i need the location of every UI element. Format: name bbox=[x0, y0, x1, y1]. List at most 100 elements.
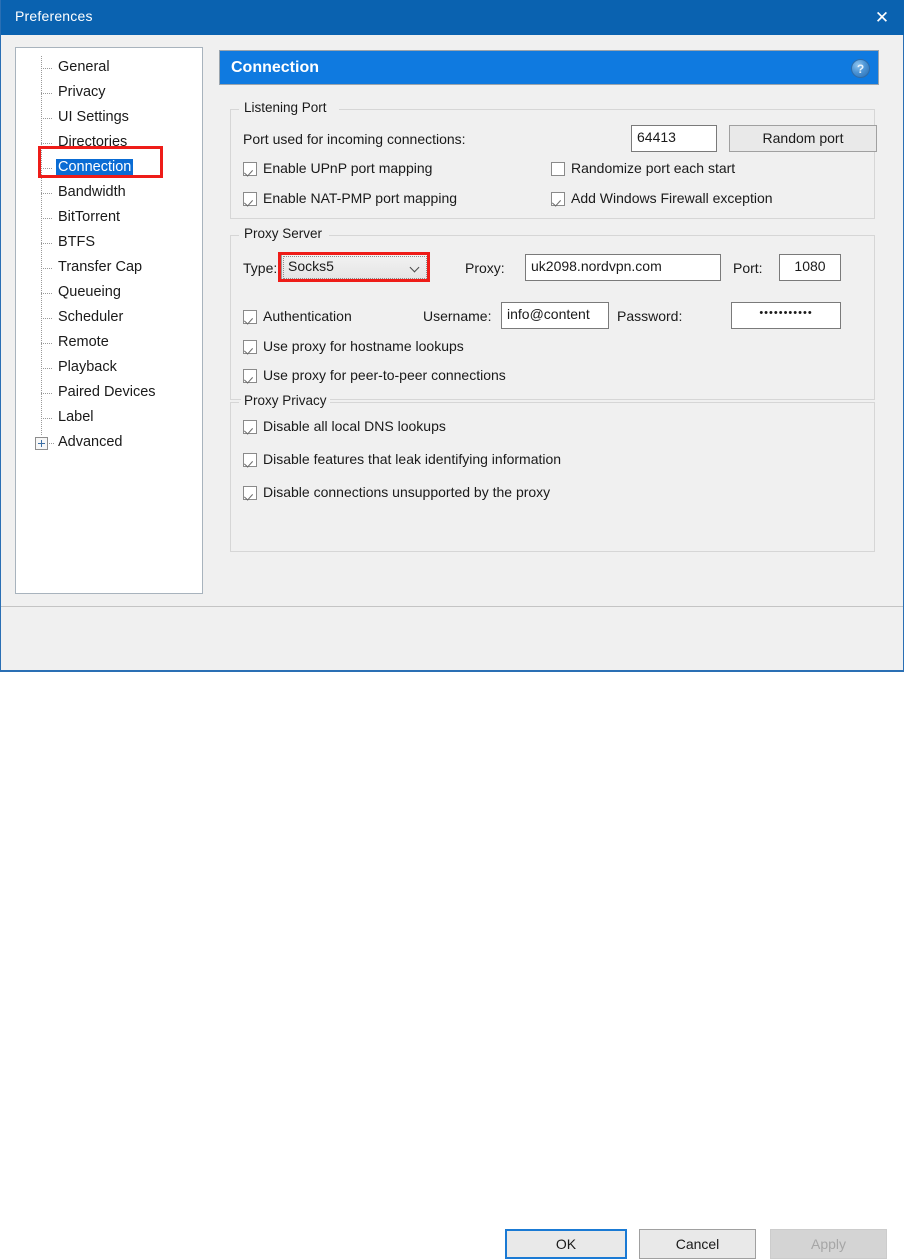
proxy-privacy-group-label: Proxy Privacy bbox=[241, 393, 330, 408]
disable-leak-features-label: Disable features that leak identifying i… bbox=[263, 451, 562, 467]
disable-unsupported-checkbox[interactable] bbox=[243, 486, 257, 500]
apply-button: Apply bbox=[770, 1229, 887, 1259]
proxy-host-input[interactable]: uk2098.nordvpn.com bbox=[525, 254, 721, 281]
tree-tick bbox=[41, 318, 52, 319]
tree-tick bbox=[41, 293, 52, 294]
tree-tick bbox=[41, 193, 52, 194]
sidebar-item-label: Advanced bbox=[58, 434, 123, 450]
proxy-port-input[interactable]: 1080 bbox=[779, 254, 841, 281]
tree-tick bbox=[41, 243, 52, 244]
sidebar-item-bandwidth[interactable]: Bandwidth bbox=[16, 181, 202, 206]
proxy-type-combobox[interactable]: Socks5 bbox=[281, 254, 429, 281]
sidebar-item-label[interactable]: Label bbox=[16, 406, 202, 431]
page-title: Connection bbox=[231, 59, 319, 76]
sidebar-item-label: Queueing bbox=[58, 284, 121, 300]
proxy-type-value: Socks5 bbox=[288, 258, 334, 274]
tree-tick bbox=[41, 368, 52, 369]
sidebar-item-ui-settings[interactable]: UI Settings bbox=[16, 106, 202, 131]
sidebar-item-remote[interactable]: Remote bbox=[16, 331, 202, 356]
chevron-down-icon bbox=[411, 264, 420, 273]
sidebar-item-connection[interactable]: Connection bbox=[16, 156, 202, 181]
window-title: Preferences bbox=[15, 8, 93, 24]
tree-tick bbox=[49, 443, 54, 444]
proxy-host-label: Proxy: bbox=[465, 260, 505, 276]
tree-tick bbox=[41, 168, 52, 169]
authentication-checkbox[interactable] bbox=[243, 310, 257, 324]
sidebar-item-label: Paired Devices bbox=[58, 384, 156, 400]
firewall-exception-label: Add Windows Firewall exception bbox=[571, 190, 773, 206]
password-value: ••••••••••• bbox=[759, 307, 813, 319]
randomize-port-checkbox[interactable] bbox=[551, 162, 565, 176]
group-border bbox=[231, 109, 239, 110]
sidebar-item-scheduler[interactable]: Scheduler bbox=[16, 306, 202, 331]
listening-port-input[interactable]: 64413 bbox=[631, 125, 717, 152]
sidebar-item-label: General bbox=[58, 59, 110, 75]
cancel-button[interactable]: Cancel bbox=[639, 1229, 756, 1259]
firewall-exception-checkbox[interactable] bbox=[551, 192, 565, 206]
password-label: Password: bbox=[617, 308, 683, 324]
plus-expander-icon[interactable] bbox=[35, 437, 48, 450]
tree-tick bbox=[41, 143, 52, 144]
settings-tree[interactable]: General Privacy UI Settings Directories … bbox=[15, 47, 203, 594]
sidebar-item-label: UI Settings bbox=[58, 109, 129, 125]
p2p-proxy-label: Use proxy for peer-to-peer connections bbox=[263, 367, 506, 383]
window-bottom-edge bbox=[1, 670, 904, 672]
sidebar-item-label: Bandwidth bbox=[58, 184, 126, 200]
proxy-port-value: 1080 bbox=[794, 258, 826, 274]
sidebar-item-label: BTFS bbox=[58, 234, 96, 250]
tree-tick bbox=[41, 218, 52, 219]
tree-tick bbox=[41, 393, 52, 394]
sidebar-item-paired-devices[interactable]: Paired Devices bbox=[16, 381, 202, 406]
sidebar-item-playback[interactable]: Playback bbox=[16, 356, 202, 381]
sidebar-item-queueing[interactable]: Queueing bbox=[16, 281, 202, 306]
proxy-host-value: uk2098.nordvpn.com bbox=[531, 258, 662, 274]
proxy-port-label: Port: bbox=[733, 260, 763, 276]
sidebar-item-transfer-cap[interactable]: Transfer Cap bbox=[16, 256, 202, 281]
tree-tick bbox=[41, 343, 52, 344]
pane-header: Connection ? bbox=[219, 50, 879, 85]
sidebar-item-directories[interactable]: Directories bbox=[16, 131, 202, 156]
listening-port-value: 64413 bbox=[637, 129, 676, 145]
sidebar-item-general[interactable]: General bbox=[16, 56, 202, 81]
sidebar-item-label: Directories bbox=[58, 134, 128, 150]
hostname-lookups-checkbox[interactable] bbox=[243, 340, 257, 354]
disable-leak-features-checkbox[interactable] bbox=[243, 453, 257, 467]
sidebar-item-btfs[interactable]: BTFS bbox=[16, 231, 202, 256]
username-input[interactable]: info@content bbox=[501, 302, 609, 329]
sidebar-item-label: Transfer Cap bbox=[58, 259, 143, 275]
sidebar-item-advanced[interactable]: Advanced bbox=[16, 431, 202, 456]
group-border bbox=[231, 235, 239, 236]
sidebar-item-label: Label bbox=[58, 409, 94, 425]
disable-unsupported-label: Disable connections unsupported by the p… bbox=[263, 484, 551, 500]
sidebar-item-privacy[interactable]: Privacy bbox=[16, 81, 202, 106]
ok-button[interactable]: OK bbox=[505, 1229, 627, 1259]
tree-tick bbox=[41, 268, 52, 269]
tree-tick bbox=[41, 93, 52, 94]
close-icon[interactable]: ✕ bbox=[859, 0, 904, 35]
group-border bbox=[339, 109, 874, 110]
title-bar: Preferences ✕ bbox=[1, 0, 904, 35]
sidebar-item-label: BitTorrent bbox=[58, 209, 121, 225]
proxy-server-group-label: Proxy Server bbox=[241, 226, 326, 241]
listening-port-group-label: Listening Port bbox=[241, 100, 330, 115]
preferences-window: Preferences ✕ General Privacy UI Setting… bbox=[0, 0, 904, 1259]
enable-natpmp-checkbox[interactable] bbox=[243, 192, 257, 206]
sidebar-item-label: Scheduler bbox=[58, 309, 124, 325]
sidebar-item-bittorrent[interactable]: BitTorrent bbox=[16, 206, 202, 231]
password-input[interactable]: ••••••••••• bbox=[731, 302, 841, 329]
content-pane: Connection ? Listening Port Port used fo… bbox=[219, 47, 887, 594]
randomize-port-label: Randomize port each start bbox=[571, 160, 736, 176]
p2p-proxy-checkbox[interactable] bbox=[243, 369, 257, 383]
disable-dns-checkbox[interactable] bbox=[243, 420, 257, 434]
random-port-button[interactable]: Random port bbox=[729, 125, 877, 152]
enable-natpmp-label: Enable NAT-PMP port mapping bbox=[263, 190, 458, 206]
group-border bbox=[329, 235, 874, 236]
question-mark-icon[interactable]: ? bbox=[851, 59, 870, 78]
port-used-label: Port used for incoming connections: bbox=[243, 131, 466, 147]
sidebar-item-label: Playback bbox=[58, 359, 117, 375]
authentication-label: Authentication bbox=[263, 308, 352, 324]
tree-tick bbox=[41, 118, 52, 119]
enable-upnp-checkbox[interactable] bbox=[243, 162, 257, 176]
username-label: Username: bbox=[423, 308, 492, 324]
group-border bbox=[231, 402, 239, 403]
